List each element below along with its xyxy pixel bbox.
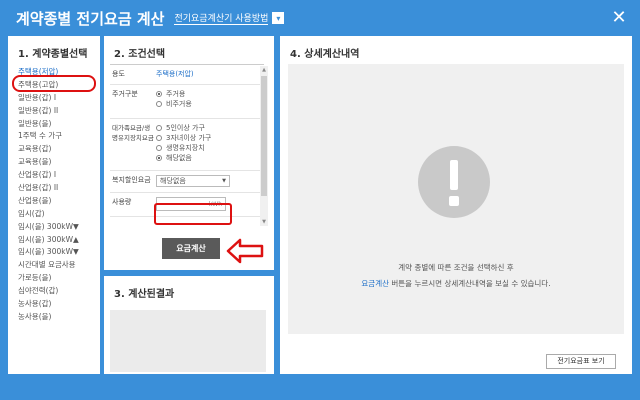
contract-type-item[interactable]: 산업용(갑) II [14,182,100,195]
contract-type-item[interactable]: 1주택 수 가구 [14,130,100,143]
contract-type-item[interactable]: 일반용(을) [14,118,100,131]
scroll-down-icon[interactable]: ▼ [260,218,268,226]
detail-area: 계약 종별에 따른 조건을 선택하신 후 요금계산 버튼을 누르시면 상세계산내… [288,64,624,334]
scroll-up-icon[interactable]: ▲ [260,66,268,74]
radio-dot-icon [156,125,162,131]
contract-type-item[interactable]: 일반용(갑) II [14,105,100,118]
close-button[interactable]: ✕ [610,9,628,27]
detail-message-highlight: 요금계산 [361,279,389,288]
family-row: 대가족요금/생명유지장치요금 5인이상 가구 3자녀이상 가구 생명유지장치 해… [110,119,264,171]
contract-type-item[interactable]: 임시(갑) [14,208,100,221]
contract-type-item[interactable]: 농사용(갑) [14,298,100,311]
detail-message-2: 요금계산 버튼을 누르시면 상세계산내역을 보실 수 있습니다. [288,278,624,289]
result-title: 3. 계산된결과 [114,289,175,300]
welfare-cell: 해당없음 [154,171,264,192]
detail-message-rest: 버튼을 누르시면 상세계산내역을 보실 수 있습니다. [389,279,551,288]
condition-panel: 2. 조건선택 용도 주택용(저압) 주거구분 주거용 비주거용 대가족요금/생… [104,36,274,270]
family-label: 대가족요금/생명유지장치요금 [112,124,154,142]
title-bar: 계약종별 전기요금 계산 전기요금계산기 사용방법 ▾ ✕ [0,0,640,36]
contract-type-list: 주택용(저압) 주택용(고압) 일반용(갑) I 일반용(갑) II 일반용(을) 1주택… [8,66,100,324]
usage-row: 용도 주택용(저압) [110,65,264,85]
contract-type-item[interactable]: 임시(을) 300kW▲ [14,234,100,247]
contract-type-title: 1. 계약종별선택 [18,49,88,60]
exclamation-icon [418,146,490,218]
welfare-row: 복지할인요금 해당없음 [110,171,264,193]
detail-message-1: 계약 종별에 따른 조건을 선택하신 후 [398,263,514,272]
usage-label: 용도 [112,70,125,78]
family-options: 5인이상 가구 3자녀이상 가구 생명유지장치 해당없음 [154,119,264,170]
radio-label: 5인이상 가구 [166,124,205,132]
radio-label: 주거용 [166,90,186,98]
radio-5-persons[interactable]: 5인이상 가구 [156,123,262,133]
radio-none[interactable]: 해당없음 [156,153,262,163]
usage-value: 주택용(저압) [156,70,194,78]
contract-type-item[interactable]: 시간대별 요금사용 [14,259,100,272]
condition-form: 용도 주택용(저압) 주거구분 주거용 비주거용 대가족요금/생명유지장치요금 … [110,64,264,260]
contract-type-item[interactable]: 가로등(을) [14,272,100,285]
rate-table-button[interactable]: 전기요금표 보기 [546,354,616,369]
residence-options: 주거용 비주거용 [154,85,264,118]
welfare-label: 복지할인요금 [112,176,151,184]
detail-title: 4. 상세계산내역 [290,49,360,60]
scroll-thumb[interactable] [261,76,267,196]
radio-residential[interactable]: 주거용 [156,89,262,99]
radio-3-children[interactable]: 3자녀이상 가구 [156,133,262,143]
contract-type-item[interactable]: 심야전력(갑) [14,285,100,298]
radio-label: 3자녀이상 가구 [166,134,212,142]
radio-non-residential[interactable]: 비주거용 [156,99,262,109]
usage-input-highlight [154,203,232,225]
residence-row: 주거구분 주거용 비주거용 [110,85,264,119]
condition-title: 2. 조건선택 [114,49,166,60]
welfare-select[interactable]: 해당없음 [156,175,230,187]
radio-label: 비주거용 [166,100,192,108]
radio-life-support[interactable]: 생명유지장치 [156,143,262,153]
contract-type-item[interactable]: 산업용(을) [14,195,100,208]
radio-label: 해당없음 [166,154,192,162]
residence-label: 주거구분 [112,90,138,98]
contract-type-item[interactable]: 임시(을) 300kW▼ [14,246,100,259]
contract-type-item[interactable]: 임시(을) 300kW▼ [14,221,100,234]
calculate-button[interactable]: 요금계산 [162,238,220,259]
amount-label: 사용량 [112,198,132,206]
calculator-window: 계약종별 전기요금 계산 전기요금계산기 사용방법 ▾ ✕ 1. 계약종별선택 … [0,0,640,400]
radio-dot-icon [156,135,162,141]
contract-type-item[interactable]: 농사용(을) [14,311,100,324]
contract-type-item[interactable]: 산업용(갑) I [14,169,100,182]
selected-type-highlight [12,75,96,92]
radio-dot-icon [156,145,162,151]
contract-type-item[interactable]: 교육용(을) [14,156,100,169]
radio-dot-icon [156,91,162,97]
chevron-down-icon[interactable]: ▾ [272,12,285,24]
contract-type-item[interactable]: 교육용(갑) [14,143,100,156]
help-link[interactable]: 전기요금계산기 사용방법 [174,11,269,25]
result-panel: 3. 계산된결과 [104,276,274,374]
window-title: 계약종별 전기요금 계산 [16,9,165,28]
condition-scrollbar[interactable]: ▲ ▼ [260,66,268,226]
radio-label: 생명유지장치 [166,144,205,152]
radio-dot-icon [156,155,162,161]
contract-type-item[interactable]: 일반용(갑) I [14,92,100,105]
radio-dot-icon [156,101,162,107]
result-box [110,310,266,372]
detail-panel: 4. 상세계산내역 계약 종별에 따른 조건을 선택하신 후 요금계산 버튼을 … [280,36,632,374]
left-arrow-icon [226,238,264,264]
